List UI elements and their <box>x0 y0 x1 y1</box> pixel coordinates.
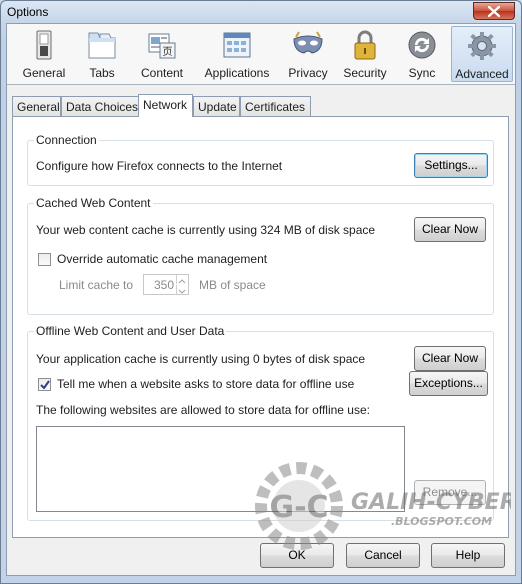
pane-label: Applications <box>204 66 270 80</box>
connection-group: Connection Configure how Firefox connect… <box>27 133 494 186</box>
watermark-logo: G-C GALIH-CYBER .BLOGSPOT.COM <box>255 462 511 550</box>
pane-general[interactable]: General <box>9 26 79 82</box>
limit-cache-unit: MB of space <box>199 278 266 292</box>
pane-label: Advanced <box>455 67 509 81</box>
tell-me-label[interactable]: Tell me when a website asks to store dat… <box>57 377 354 391</box>
pane-label: Privacy <box>288 66 328 80</box>
offline-usage-text: Your application cache is currently usin… <box>36 352 366 366</box>
allowed-sites-label: The following websites are allowed to st… <box>36 403 370 417</box>
sync-icon <box>408 31 436 59</box>
limit-cache-label: Limit cache to <box>59 278 134 292</box>
connection-settings-button[interactable]: Settings... <box>414 153 488 178</box>
pane-privacy[interactable]: Privacy <box>283 26 333 82</box>
pane-label: Security <box>343 66 387 80</box>
security-lock-icon <box>354 30 376 60</box>
override-cache-label[interactable]: Override automatic cache management <box>57 252 267 266</box>
button-label: Exceptions... <box>414 376 483 390</box>
pane-label: Content <box>140 66 184 80</box>
cache-size-stepper[interactable]: 350 <box>143 274 189 295</box>
pane-content[interactable]: 页 Content <box>133 26 191 82</box>
tab-label: Data Choices <box>66 100 139 114</box>
tab-label: Certificates <box>245 100 306 114</box>
button-label: Settings... <box>424 158 478 172</box>
pane-sync[interactable]: Sync <box>399 26 445 82</box>
advanced-gear-icon <box>468 32 496 60</box>
tab-update[interactable]: Update <box>193 96 240 116</box>
window-title: Options <box>7 5 49 19</box>
tab-general[interactable]: General <box>12 96 61 116</box>
tab-label: Network <box>143 98 188 112</box>
pane-applications[interactable]: Applications <box>197 26 277 82</box>
tell-me-checkbox[interactable] <box>38 378 51 391</box>
cache-group: Cached Web Content Your web content cach… <box>27 196 494 315</box>
clear-offline-button[interactable]: Clear Now <box>414 346 486 371</box>
pane-advanced[interactable]: Advanced <box>451 26 513 82</box>
stepper-up-icon[interactable] <box>176 275 188 284</box>
watermark-logo-text: G-C <box>269 490 328 525</box>
group-caption: Connection <box>34 133 99 147</box>
tabs-icon <box>88 32 116 59</box>
tab-label: Update <box>198 100 237 114</box>
general-icon <box>36 30 52 60</box>
tab-network[interactable]: Network <box>138 94 193 117</box>
options-window: Options General Tabs 页 Content Applicati… <box>0 0 522 584</box>
exceptions-button[interactable]: Exceptions... <box>409 371 488 396</box>
svg-text:页: 页 <box>163 46 173 58</box>
group-caption: Offline Web Content and User Data <box>34 324 227 338</box>
pane-tabs[interactable]: Tabs <box>79 26 125 82</box>
pane-label: General <box>22 66 66 80</box>
checkmark-icon <box>40 380 50 390</box>
stepper-down-icon[interactable] <box>176 285 188 294</box>
tab-certificates[interactable]: Certificates <box>240 96 311 116</box>
clear-cache-button[interactable]: Clear Now <box>414 217 486 242</box>
watermark-brand: GALIH-CYBER <box>351 490 511 515</box>
cache-usage-text: Your web content cache is currently usin… <box>36 223 376 237</box>
title-bar[interactable]: Options <box>1 1 521 23</box>
button-label: Clear Now <box>421 351 478 365</box>
pane-security[interactable]: Security <box>337 26 393 82</box>
override-cache-checkbox[interactable] <box>38 253 51 266</box>
close-button[interactable] <box>473 2 515 20</box>
connection-description: Configure how Firefox connects to the In… <box>36 159 283 173</box>
watermark-domain: .BLOGSPOT.COM <box>391 515 492 528</box>
close-icon <box>488 6 500 17</box>
tab-data-choices[interactable]: Data Choices <box>61 96 139 116</box>
applications-icon <box>223 32 251 58</box>
button-label: Clear Now <box>421 222 478 236</box>
tab-label: General <box>17 100 60 114</box>
content-icon: 页 <box>148 33 176 59</box>
cache-size-value: 350 <box>153 278 174 292</box>
pane-label: Tabs <box>89 66 115 80</box>
pane-toolbar: General Tabs 页 Content Applications Priv… <box>7 24 515 85</box>
group-caption: Cached Web Content <box>34 196 153 210</box>
advanced-tabs: General Data Choices Network Update Cert… <box>12 94 512 117</box>
pane-label: Sync <box>408 66 436 80</box>
privacy-mask-icon <box>293 31 323 54</box>
